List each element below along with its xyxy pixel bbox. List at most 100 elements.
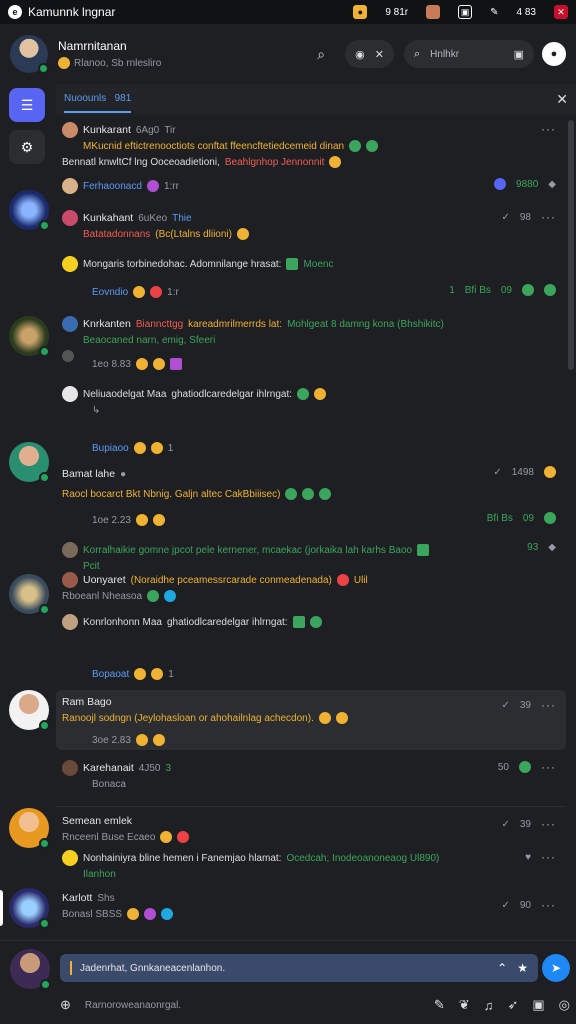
reaction-icon[interactable] — [152, 734, 165, 746]
more-options-icon[interactable]: ··· — [541, 210, 556, 224]
headphones-icon[interactable]: ♫ — [484, 998, 494, 1013]
reaction-icon[interactable] — [314, 388, 327, 400]
reaction-icon[interactable] — [177, 831, 190, 843]
gift-icon[interactable]: ❦ — [459, 997, 470, 1013]
reaction-icon[interactable] — [236, 228, 249, 240]
message[interactable]: Nonhainiyra bline hemen i Fanemjao hlama… — [56, 850, 566, 882]
reaction-icon[interactable] — [146, 180, 159, 192]
message[interactable]: Kunkahant 6uKeo Thie Batatadonnans (Bc(Ltal… — [56, 210, 566, 242]
reaction-icon[interactable] — [133, 442, 146, 454]
reaction-icon[interactable] — [417, 544, 430, 556]
reaction-icon[interactable] — [292, 616, 305, 628]
message[interactable]: Bupiaoo 1 — [56, 440, 566, 456]
reaction-icon[interactable] — [318, 712, 331, 724]
reaction-icon[interactable] — [297, 388, 310, 400]
more-options-icon[interactable]: ··· — [541, 122, 556, 136]
message[interactable]: Karehanait 4J50 3 Bonaca 50 ··· — [56, 760, 566, 792]
reaction-icon[interactable] — [285, 488, 298, 500]
search-icon[interactable]: ⌕ — [307, 40, 335, 68]
reaction-icon[interactable] — [522, 284, 534, 296]
settings-button[interactable]: ⚙ — [9, 130, 45, 164]
reaction-icon[interactable] — [349, 140, 362, 152]
message[interactable]: Neliuaodelgat Maa ghatiodlcaredelgar ihlr… — [56, 386, 566, 418]
inbox-icon[interactable]: ▣ — [514, 48, 524, 61]
location-icon[interactable]: ● — [542, 42, 566, 66]
send-arrow-icon[interactable]: ➶ — [507, 997, 518, 1013]
help-icon[interactable]: ◎ — [559, 997, 570, 1013]
message[interactable]: Bamat lahe ● Raocl bocarct Bkt Nbnig. Gal… — [56, 466, 566, 502]
reaction-icon[interactable] — [336, 574, 349, 586]
message[interactable]: Korralhaikie gomne jpcot pele kernener, … — [56, 542, 566, 574]
reaction-icon[interactable] — [150, 286, 163, 298]
member-avatar[interactable] — [9, 442, 50, 483]
add-icon[interactable]: ⊕ — [60, 997, 71, 1013]
more-options-icon[interactable]: ··· — [541, 698, 556, 712]
message[interactable]: Konrlonhonn Maa ghatiodlcaredelgar ihlrng… — [56, 614, 566, 630]
more-options-icon[interactable]: ··· — [541, 898, 556, 912]
more-options-icon[interactable]: ··· — [541, 850, 556, 864]
reaction-icon[interactable] — [544, 466, 556, 478]
reaction-icon[interactable] — [127, 908, 140, 920]
reaction-icon[interactable] — [135, 358, 148, 370]
close-icon[interactable]: ✕ — [556, 91, 568, 108]
reaction-icon[interactable] — [152, 514, 165, 526]
reaction-icon[interactable] — [519, 761, 531, 773]
reaction-icon[interactable] — [366, 140, 379, 152]
reaction-icon[interactable] — [134, 668, 147, 680]
reaction-icon[interactable] — [329, 156, 342, 168]
inbox-icon[interactable]: ▣ — [532, 997, 544, 1013]
message[interactable]: Uonyaret (Noraidhe pceamessrcarade conmea… — [56, 572, 566, 604]
message[interactable]: 1oe 2.23 Bfi Bs 09 — [56, 512, 566, 528]
reaction-icon[interactable] — [150, 442, 163, 454]
send-button[interactable]: ➤ — [542, 954, 570, 982]
message[interactable]: Ferhaoonacd 1:rr 9880 ◆ — [56, 178, 566, 194]
mute-icon[interactable]: ✕ — [375, 48, 384, 61]
reaction-icon[interactable] — [147, 590, 160, 602]
more-options-icon[interactable]: ··· — [541, 760, 556, 774]
reaction-icon[interactable] — [133, 286, 146, 298]
member-avatar[interactable] — [9, 574, 50, 615]
message-input[interactable]: Jadenrhat, Gnnkaneacenlanhon. ⌃ ★ — [60, 954, 538, 982]
record-icon[interactable]: ◉ — [355, 48, 365, 61]
reaction-icon[interactable] — [302, 488, 315, 500]
message-feed[interactable]: Kunkarant 6Ag0 Tir MKucnid eftictrenooctio… — [56, 114, 568, 940]
member-avatar[interactable] — [9, 690, 50, 731]
reaction-icon[interactable] — [544, 512, 556, 524]
message[interactable]: Eovndio 1:r 1 Bfi Bs 09 — [56, 284, 566, 300]
message-highlighted[interactable]: Ram Bago Ranoojl sodngn (Jeylohasloan or… — [56, 690, 566, 750]
member-avatar[interactable] — [9, 316, 50, 357]
message[interactable]: Mongaris torbinedohac. Adomnilange hrasa… — [56, 256, 566, 272]
reaction-icon[interactable] — [169, 358, 182, 370]
member-avatar[interactable] — [9, 808, 50, 849]
member-avatar[interactable] — [9, 888, 50, 929]
message[interactable]: Karlott Shs Bonasl SBSS ✓ 90 ··· — [56, 890, 566, 922]
reaction-icon[interactable] — [160, 831, 173, 843]
expand-icon[interactable]: ⌃ — [497, 961, 507, 975]
reaction-icon[interactable] — [335, 712, 348, 724]
star-icon[interactable]: ★ — [517, 961, 528, 975]
message[interactable]: Semean emlek Rnceenl Buse Ecaeo ✓ 39 ··· — [56, 806, 566, 845]
reaction-icon[interactable] — [144, 908, 157, 920]
reaction-icon[interactable] — [319, 488, 332, 500]
more-options-icon[interactable]: ··· — [541, 817, 556, 831]
search-input[interactable]: ⌕ Hnlhkr ▣ — [404, 40, 534, 68]
reaction-icon[interactable] — [164, 590, 177, 602]
reaction-icon[interactable] — [151, 668, 164, 680]
reaction-icon[interactable] — [286, 258, 299, 270]
feed-scrollbar[interactable] — [568, 120, 574, 370]
message[interactable]: 1eo 8.83 — [56, 356, 566, 372]
message[interactable]: Kunkarant 6Ag0 Tir MKucnid eftictrenooctio… — [56, 122, 566, 170]
header-avatar[interactable] — [10, 35, 49, 74]
home-button[interactable]: ☰ — [9, 88, 45, 122]
reaction-icon[interactable] — [161, 908, 174, 920]
reaction-icon[interactable] — [135, 514, 148, 526]
pen-icon[interactable]: ✎ — [434, 997, 445, 1013]
reaction-icon[interactable] — [152, 358, 165, 370]
self-avatar[interactable] — [10, 949, 51, 990]
reaction-icon[interactable] — [544, 284, 556, 296]
reaction-icon[interactable] — [135, 734, 148, 746]
reaction-icon[interactable] — [309, 616, 322, 628]
message[interactable]: Bopaoat 1 — [56, 666, 566, 682]
tab-notifications[interactable]: Nuoounls 981 — [64, 86, 132, 113]
member-avatar[interactable] — [9, 190, 50, 231]
